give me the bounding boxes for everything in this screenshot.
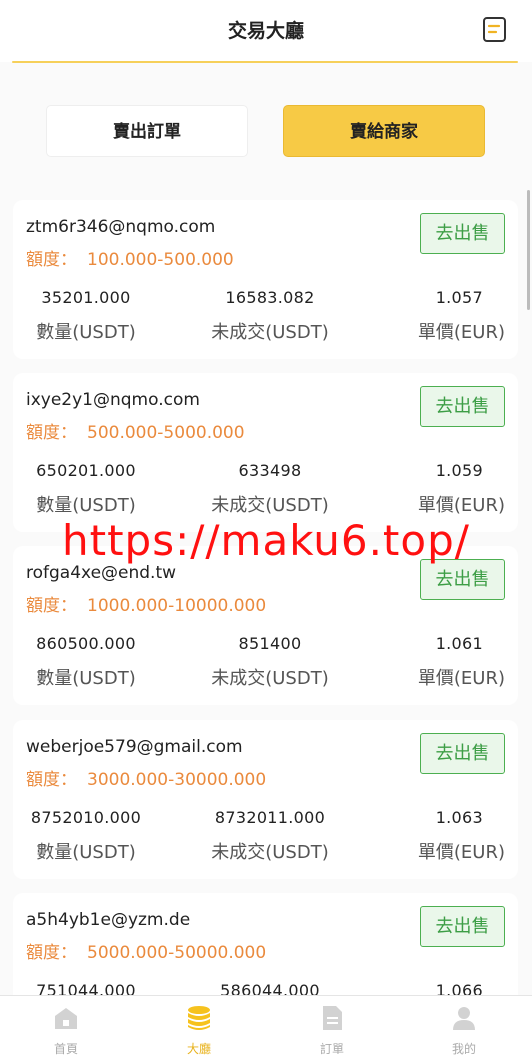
sell-button[interactable]: 去出售 (420, 906, 505, 947)
sell-button[interactable]: 去出售 (420, 213, 505, 254)
merchant-card: ixye2y1@nqmo.com 額度： 500.000-5000.000 去出售… (13, 373, 518, 532)
limit-value: 100.000-500.000 (87, 250, 234, 270)
merchant-limit: 額度： 500.000-5000.000 (26, 418, 245, 443)
merchant-card: weberjoe579@gmail.com 額度： 3000.000-30000.… (13, 720, 518, 879)
nav-item-profile[interactable]: 我的 (424, 1004, 504, 1057)
limit-label: 額度： (26, 943, 77, 963)
merchant-email: ixye2y1@nqmo.com (26, 390, 200, 410)
price-value: 1.057 (435, 288, 483, 307)
merchant-limit: 額度： 5000.000-50000.000 (26, 938, 266, 963)
pending-value: 633498 (238, 461, 302, 480)
sell-button[interactable]: 去出售 (420, 386, 505, 427)
merchant-email: a5h4yb1e@yzm.de (26, 910, 191, 930)
document-icon (323, 1006, 342, 1030)
pending-value: 8732011.000 (214, 808, 326, 827)
pending-value: 16583.082 (225, 288, 315, 307)
price-label: 單價(EUR) (417, 842, 505, 863)
nav-label: 首頁 (53, 1042, 78, 1056)
quantity-value: 8752010.000 (30, 808, 142, 827)
scrollbar[interactable] (527, 190, 530, 310)
pending-value: 851400 (238, 634, 302, 653)
quantity-label: 數量(USDT) (36, 322, 136, 343)
price-label: 單價(EUR) (417, 668, 505, 689)
merchant-email: rofga4xe@end.tw (26, 563, 177, 583)
price-label: 單價(EUR) (417, 322, 505, 343)
limit-label: 額度： (26, 770, 77, 790)
limit-value: 5000.000-50000.000 (87, 943, 267, 963)
pending-label: 未成交(USDT) (211, 842, 329, 863)
merchant-limit: 額度： 1000.000-10000.000 (26, 591, 266, 616)
pending-label: 未成交(USDT) (211, 668, 329, 689)
limit-label: 額度： (26, 423, 77, 443)
limit-value: 500.000-5000.000 (87, 423, 245, 443)
tab-sell-to-merchant[interactable]: 賣給商家 (283, 105, 485, 157)
order-list-icon[interactable] (482, 16, 508, 44)
coins-icon (188, 1006, 210, 1030)
limit-label: 額度： (26, 596, 77, 616)
quantity-label: 數量(USDT) (36, 495, 136, 516)
quantity-value: 860500.000 (36, 634, 136, 653)
header: 交易大廳 (0, 0, 532, 63)
nav-label: 大廳 (186, 1042, 211, 1056)
bottom-nav: 首頁 大廳 訂單 我的 (0, 995, 532, 1060)
sell-button[interactable]: 去出售 (420, 559, 505, 600)
pending-label: 未成交(USDT) (211, 322, 329, 343)
nav-item-home[interactable]: 首頁 (26, 1004, 106, 1057)
tab-bar: 賣出訂單 賣給商家 (0, 105, 532, 159)
quantity-value: 650201.000 (36, 461, 136, 480)
quantity-label: 數量(USDT) (36, 842, 136, 863)
price-value: 1.063 (435, 808, 483, 827)
limit-value: 1000.000-10000.000 (87, 596, 267, 616)
quantity-value: 35201.000 (41, 288, 131, 307)
quantity-label: 數量(USDT) (36, 668, 136, 689)
header-divider (12, 61, 518, 63)
price-label: 單價(EUR) (417, 495, 505, 516)
merchant-email: weberjoe579@gmail.com (26, 737, 243, 757)
watermark-text: https://maku6.top/ (62, 516, 470, 565)
page-title: 交易大廳 (227, 20, 304, 42)
nav-label: 我的 (451, 1042, 476, 1056)
price-value: 1.061 (435, 634, 483, 653)
nav-label: 訂單 (319, 1042, 344, 1056)
sell-button[interactable]: 去出售 (420, 733, 505, 774)
merchant-card: ztm6r346@nqmo.com 額度： 100.000-500.000 去出售… (13, 200, 518, 359)
home-icon (55, 1008, 77, 1029)
merchant-limit: 額度： 100.000-500.000 (26, 245, 234, 270)
user-icon (453, 1007, 475, 1030)
pending-label: 未成交(USDT) (211, 495, 329, 516)
limit-value: 3000.000-30000.000 (87, 770, 267, 790)
merchant-email: ztm6r346@nqmo.com (26, 217, 216, 237)
price-value: 1.059 (435, 461, 483, 480)
nav-item-lobby[interactable]: 大廳 (159, 1004, 239, 1057)
merchant-limit: 額度： 3000.000-30000.000 (26, 765, 266, 790)
merchant-card: rofga4xe@end.tw 額度： 1000.000-10000.000 去出… (13, 546, 518, 705)
nav-item-orders[interactable]: 訂單 (292, 1004, 372, 1057)
limit-label: 額度： (26, 250, 77, 270)
tab-sell-orders[interactable]: 賣出訂單 (46, 105, 248, 157)
